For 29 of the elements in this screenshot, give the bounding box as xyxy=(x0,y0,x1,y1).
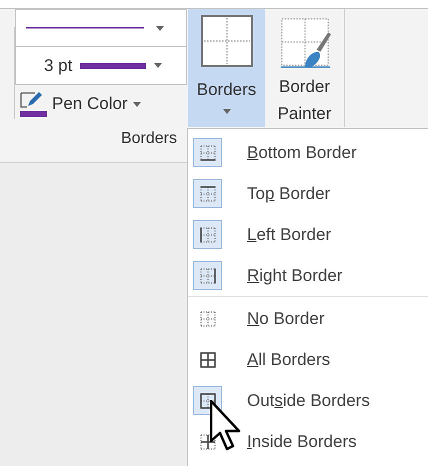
pen-color-button[interactable]: Pen Color xyxy=(19,91,141,117)
pen-icon xyxy=(19,91,47,117)
border-icon xyxy=(198,184,216,202)
menu-item[interactable]: Right Border xyxy=(188,255,428,296)
line-style-dropdown[interactable] xyxy=(15,9,187,47)
menu-item[interactable]: Inside Borders xyxy=(188,421,428,462)
border-icon xyxy=(198,392,216,410)
line-weight-dropdown[interactable]: 3 pt xyxy=(15,47,187,85)
border-painter-button[interactable]: Border Painter xyxy=(265,9,345,127)
menu-item[interactable]: No Border xyxy=(188,298,428,339)
menu-item[interactable]: All Borders xyxy=(188,339,428,380)
menu-item[interactable]: Top Border xyxy=(188,173,428,214)
line-style-sample-icon xyxy=(26,26,144,30)
caret-icon xyxy=(156,26,164,30)
line-weight-sample-icon xyxy=(80,62,146,68)
group-label: Borders xyxy=(120,129,177,149)
caret-icon xyxy=(222,108,230,114)
border-icon xyxy=(198,310,216,328)
borders-button[interactable]: Borders xyxy=(188,9,265,127)
border-icon xyxy=(198,144,216,162)
border-icon xyxy=(198,350,216,368)
menu-item[interactable]: Left Border xyxy=(188,214,428,255)
table-grid-icon xyxy=(200,15,252,67)
border-icon xyxy=(198,432,216,450)
border-icon xyxy=(198,226,216,244)
border-icon xyxy=(198,266,216,284)
caret-icon xyxy=(132,102,141,106)
menu-item[interactable]: Bottom Border xyxy=(188,132,428,173)
caret-icon xyxy=(154,63,162,68)
